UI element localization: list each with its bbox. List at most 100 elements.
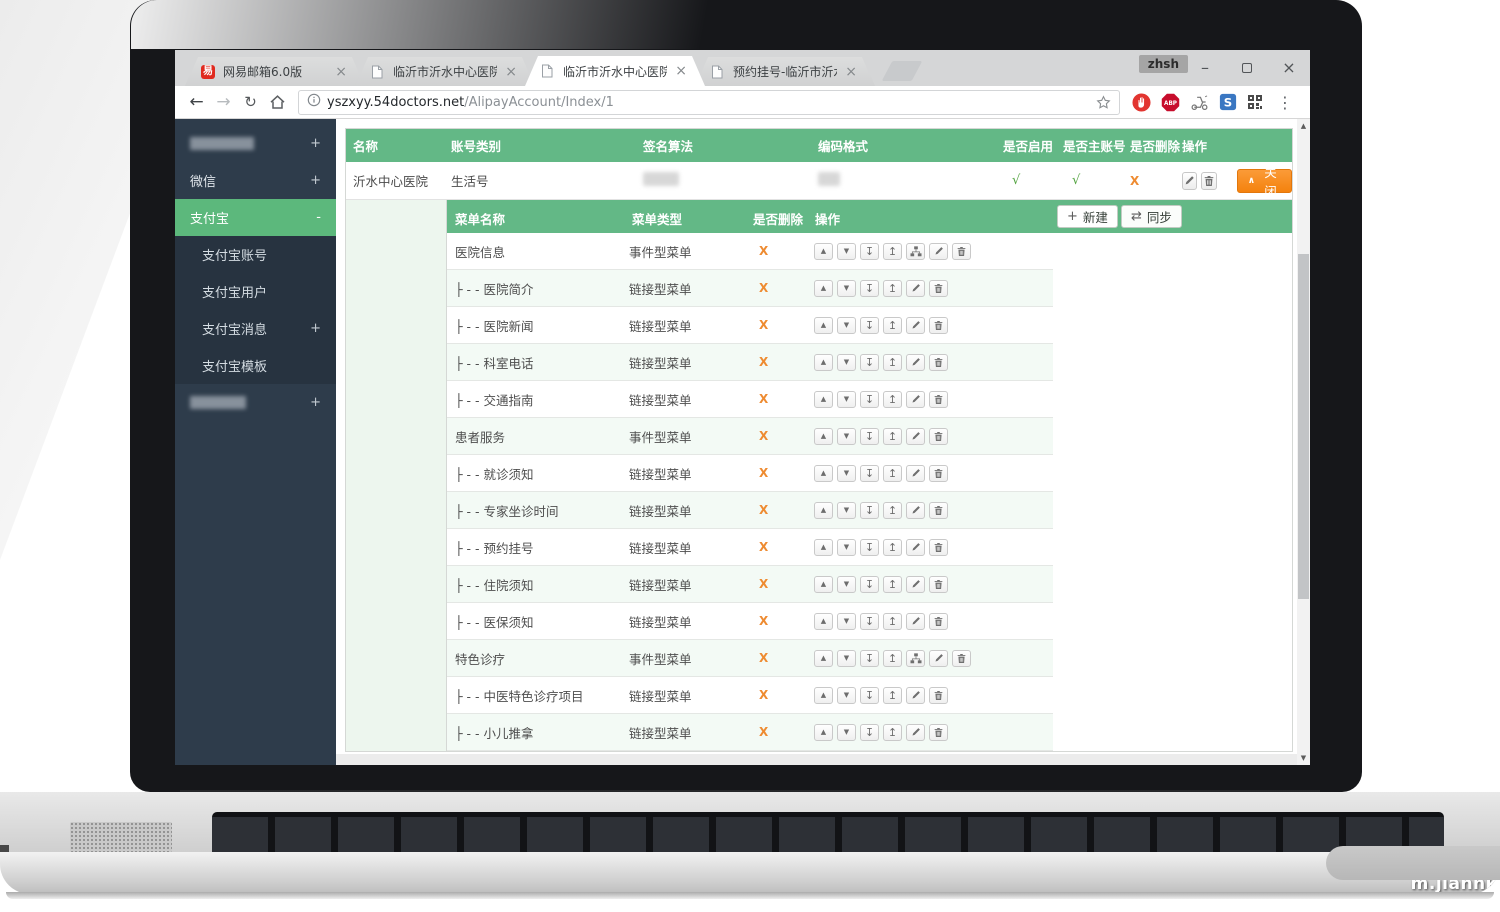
stop-hand-extension-icon[interactable] <box>1132 93 1151 112</box>
edit-button[interactable] <box>929 650 948 667</box>
move-to-bottom-button[interactable]: ↧ <box>860 687 879 704</box>
tab-close-icon[interactable]: × <box>675 63 687 79</box>
move-to-bottom-button[interactable]: ↧ <box>860 465 879 482</box>
edit-button[interactable] <box>906 502 925 519</box>
sidebar-subitem[interactable]: 支付宝消息+ <box>175 310 336 347</box>
move-up-button[interactable]: ▲ <box>814 502 833 519</box>
sub-menu-button[interactable] <box>906 243 925 260</box>
move-up-button[interactable]: ▲ <box>814 687 833 704</box>
move-up-button[interactable]: ▲ <box>814 539 833 556</box>
move-to-bottom-button[interactable]: ↧ <box>860 317 879 334</box>
move-down-button[interactable]: ▼ <box>837 465 856 482</box>
sidebar-subitem[interactable]: 支付宝模板 <box>175 347 336 384</box>
move-to-top-button[interactable]: ↥ <box>883 687 902 704</box>
move-up-button[interactable]: ▲ <box>814 243 833 260</box>
sidebar-subitem[interactable]: 支付宝账号 <box>175 236 336 273</box>
sync-menu-button[interactable]: ⇄同步 <box>1121 205 1182 228</box>
sidebar-item-redacted[interactable]: + <box>175 125 336 162</box>
tab-close-icon[interactable]: × <box>335 64 347 80</box>
scrollbar-thumb[interactable] <box>1298 254 1309 599</box>
collapse-icon[interactable]: - <box>316 210 321 225</box>
edit-button[interactable] <box>906 428 925 445</box>
profile-chip[interactable]: zhsh <box>1139 55 1188 73</box>
scroll-down-button[interactable]: ▼ <box>1297 751 1310 765</box>
browser-tab[interactable]: 临沂市沂水中心医院× <box>525 56 705 86</box>
move-up-button[interactable]: ▲ <box>814 354 833 371</box>
move-to-top-button[interactable]: ↥ <box>883 576 902 593</box>
maximize-button[interactable] <box>1226 58 1268 77</box>
sidebar-item[interactable]: 支付宝- <box>175 199 336 236</box>
move-down-button[interactable]: ▼ <box>837 354 856 371</box>
sidebar-item[interactable]: 微信+ <box>175 162 336 199</box>
delete-button[interactable] <box>929 354 948 371</box>
back-button[interactable]: ← <box>183 89 210 115</box>
bookmark-star-icon[interactable] <box>1096 95 1111 110</box>
move-to-top-button[interactable]: ↥ <box>883 317 902 334</box>
delete-button[interactable] <box>929 539 948 556</box>
page-info-icon[interactable] <box>307 93 321 111</box>
move-to-top-button[interactable]: ↥ <box>883 391 902 408</box>
move-to-top-button[interactable]: ↥ <box>883 428 902 445</box>
move-up-button[interactable]: ▲ <box>814 428 833 445</box>
move-down-button[interactable]: ▼ <box>837 428 856 445</box>
delete-button[interactable] <box>929 576 948 593</box>
tab-close-icon[interactable]: × <box>505 64 517 80</box>
move-to-bottom-button[interactable]: ↧ <box>860 428 879 445</box>
browser-tab[interactable]: 临沂市沂水中心医院× <box>355 57 535 86</box>
home-button[interactable] <box>264 89 291 115</box>
scrollbar-track[interactable]: ▲ ▼ <box>1297 119 1310 765</box>
move-to-bottom-button[interactable]: ↧ <box>860 724 879 741</box>
move-to-bottom-button[interactable]: ↧ <box>860 354 879 371</box>
close-panel-button[interactable]: ∧关闭 <box>1237 169 1292 193</box>
delete-button[interactable] <box>929 465 948 482</box>
delete-button[interactable] <box>929 428 948 445</box>
move-down-button[interactable]: ▼ <box>837 317 856 334</box>
move-up-button[interactable]: ▲ <box>814 650 833 667</box>
delete-button[interactable] <box>929 391 948 408</box>
move-up-button[interactable]: ▲ <box>814 317 833 334</box>
address-bar[interactable]: yszxyy.54doctors.net/AlipayAccount/Index… <box>298 90 1120 115</box>
move-down-button[interactable]: ▼ <box>837 280 856 297</box>
scooter-extension-icon[interactable] <box>1190 94 1209 111</box>
move-down-button[interactable]: ▼ <box>837 687 856 704</box>
s-extension-icon[interactable]: S <box>1219 93 1237 111</box>
edit-button[interactable] <box>906 687 925 704</box>
edit-button[interactable] <box>1182 172 1197 190</box>
edit-button[interactable] <box>906 391 925 408</box>
move-to-bottom-button[interactable]: ↧ <box>860 280 879 297</box>
move-up-button[interactable]: ▲ <box>814 576 833 593</box>
move-to-top-button[interactable]: ↥ <box>883 243 902 260</box>
move-down-button[interactable]: ▼ <box>837 613 856 630</box>
move-up-button[interactable]: ▲ <box>814 280 833 297</box>
edit-button[interactable] <box>906 576 925 593</box>
delete-button[interactable] <box>929 724 948 741</box>
delete-button[interactable] <box>929 280 948 297</box>
move-down-button[interactable]: ▼ <box>837 539 856 556</box>
expand-icon[interactable]: + <box>310 136 321 151</box>
delete-button[interactable] <box>929 687 948 704</box>
qr-code-extension-icon[interactable] <box>1247 94 1263 110</box>
tab-close-icon[interactable]: × <box>845 64 857 80</box>
delete-button[interactable] <box>1201 172 1216 190</box>
abp-extension-icon[interactable]: ABP <box>1161 93 1180 112</box>
move-to-top-button[interactable]: ↥ <box>883 613 902 630</box>
edit-button[interactable] <box>906 613 925 630</box>
move-to-bottom-button[interactable]: ↧ <box>860 650 879 667</box>
move-to-top-button[interactable]: ↥ <box>883 539 902 556</box>
move-to-bottom-button[interactable]: ↧ <box>860 502 879 519</box>
browser-tab[interactable]: 预约挂号-临沂市沂水中× <box>695 57 875 86</box>
delete-button[interactable] <box>929 317 948 334</box>
move-down-button[interactable]: ▼ <box>837 724 856 741</box>
expand-icon[interactable]: + <box>310 395 321 410</box>
move-to-top-button[interactable]: ↥ <box>883 465 902 482</box>
new-tab-button[interactable] <box>882 61 923 81</box>
move-down-button[interactable]: ▼ <box>837 391 856 408</box>
delete-button[interactable] <box>929 613 948 630</box>
expand-icon[interactable]: + <box>310 173 321 188</box>
move-to-bottom-button[interactable]: ↧ <box>860 613 879 630</box>
edit-button[interactable] <box>906 354 925 371</box>
move-up-button[interactable]: ▲ <box>814 724 833 741</box>
move-to-top-button[interactable]: ↥ <box>883 724 902 741</box>
move-to-bottom-button[interactable]: ↧ <box>860 391 879 408</box>
move-to-top-button[interactable]: ↥ <box>883 280 902 297</box>
